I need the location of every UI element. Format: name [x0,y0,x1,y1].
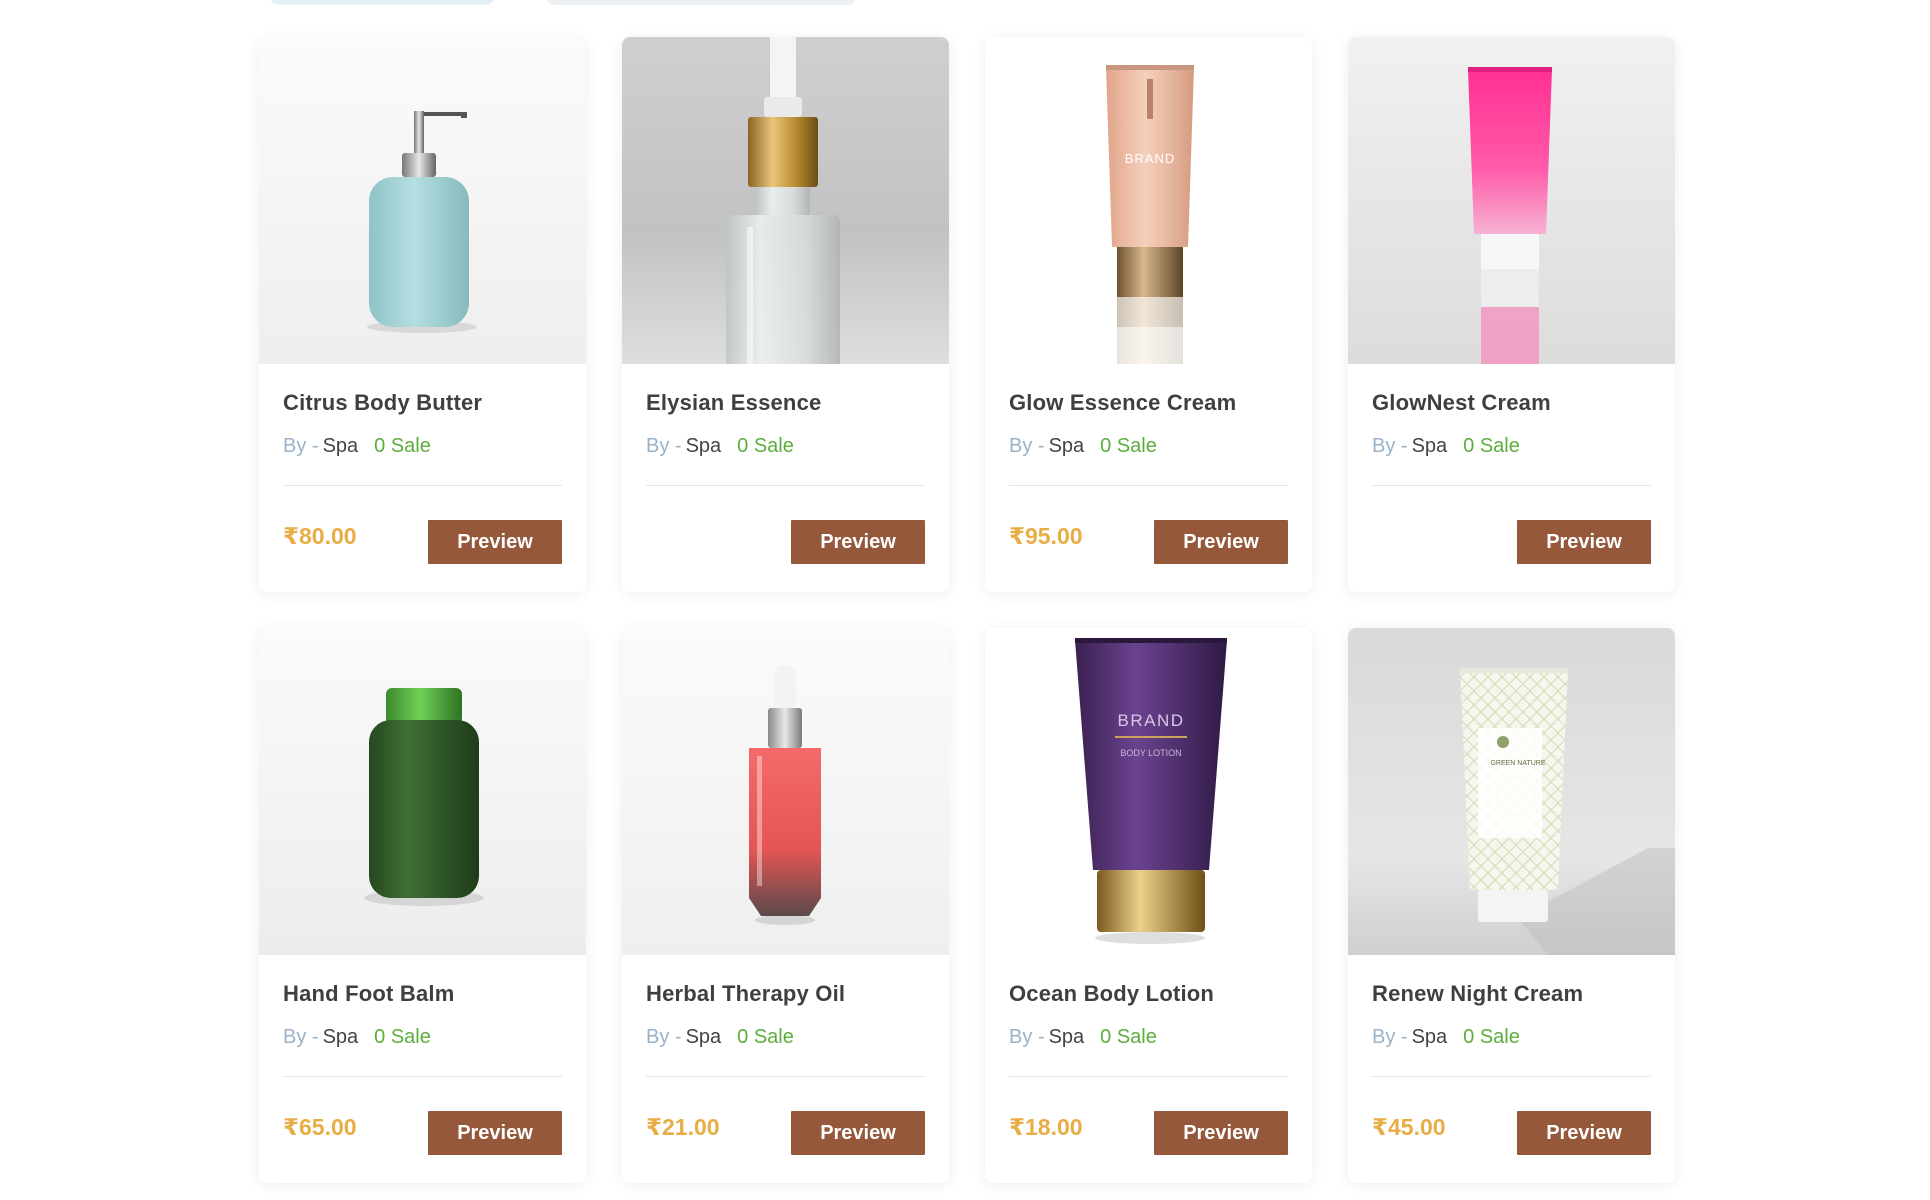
author-link[interactable]: Spa [1412,435,1448,457]
product-meta: By - Spa 0 Sale [1009,433,1288,459]
product-meta: By - Spa 0 Sale [646,433,925,459]
product-price: ₹18.00 [1009,1114,1083,1140]
product-title[interactable]: Hand Foot Balm [283,981,562,1007]
by-label: By - [283,1026,319,1048]
by-label: By - [646,1026,682,1048]
serum-bottle-icon [622,628,949,955]
product-title[interactable]: Herbal Therapy Oil [646,981,925,1007]
author-link[interactable]: Spa [1412,1026,1448,1048]
lotion-tube-icon: BRAND BODY LOTION [985,628,1312,955]
product-price: ₹65.00 [283,1114,357,1140]
cream-tube-icon: BRAND [985,37,1312,364]
by-label: By - [1009,1026,1045,1048]
sale-count: 0 Sale [1100,435,1157,457]
brand-sublabel: BODY LOTION [1120,748,1181,758]
by-label: By - [1009,435,1045,457]
product-image[interactable] [259,37,586,364]
product-meta: By - Spa 0 Sale [1372,433,1651,459]
preview-button[interactable]: Preview [428,520,562,564]
preview-button[interactable]: Preview [428,1111,562,1155]
product-title[interactable]: Renew Night Cream [1372,981,1651,1007]
author-link[interactable]: Spa [323,435,359,457]
sale-count: 0 Sale [1463,435,1520,457]
sale-count: 0 Sale [737,435,794,457]
by-label: By - [1372,435,1408,457]
product-title[interactable]: Ocean Body Lotion [1009,981,1288,1007]
pump-bottle-icon [259,37,586,364]
by-label: By - [1372,1026,1408,1048]
product-meta: By - Spa 0 Sale [1009,1024,1288,1050]
pink-tube-icon [1348,37,1675,364]
product-meta: By - Spa 0 Sale [1372,1024,1651,1050]
product-card[interactable]: Herbal Therapy Oil By - Spa 0 Sale ₹21.00 … [622,628,949,1183]
sale-count: 0 Sale [374,1026,431,1048]
product-image[interactable] [622,37,949,364]
product-meta: By - Spa 0 Sale [283,1024,562,1050]
product-image[interactable]: BRAND BODY LOTION [985,628,1312,955]
sale-count: 0 Sale [374,435,431,457]
by-label: By - [283,435,319,457]
by-label: By - [646,435,682,457]
author-link[interactable]: Spa [1049,435,1085,457]
sale-count: 0 Sale [737,1026,794,1048]
preview-button[interactable]: Preview [1517,1111,1651,1155]
product-card[interactable]: Elysian Essence By - Spa 0 Sale Preview [622,37,949,592]
product-image[interactable] [1348,37,1675,364]
preview-button[interactable]: Preview [791,1111,925,1155]
dropper-bottle-icon [622,37,949,364]
product-image[interactable] [259,628,586,955]
product-card[interactable]: GlowNest Cream By - Spa 0 Sale Preview [1348,37,1675,592]
preview-button[interactable]: Preview [791,520,925,564]
product-card[interactable]: Hand Foot Balm By - Spa 0 Sale ₹65.00 Prev… [259,628,586,1183]
preview-button[interactable]: Preview [1154,1111,1288,1155]
author-link[interactable]: Spa [1049,1026,1085,1048]
product-image[interactable]: GREEN NATURE [1348,628,1675,955]
product-price: ₹80.00 [283,523,357,549]
product-title[interactable]: Elysian Essence [646,390,925,416]
product-price: ₹21.00 [646,1114,720,1140]
brand-label: GREEN NATURE [1490,760,1545,767]
product-price: ₹45.00 [1372,1114,1446,1140]
product-card[interactable]: BRAND Glow Essence Cream By - Spa 0 Sale ₹… [985,37,1312,592]
preview-button[interactable]: Preview [1154,520,1288,564]
product-image[interactable]: BRAND [985,37,1312,364]
product-meta: By - Spa 0 Sale [283,433,562,459]
product-card[interactable]: BRAND BODY LOTION Ocean Body Lotion By -… [985,628,1312,1183]
product-title[interactable]: Glow Essence Cream [1009,390,1288,416]
product-title[interactable]: Citrus Body Butter [283,390,562,416]
author-link[interactable]: Spa [323,1026,359,1048]
brand-label: BRAND [1117,711,1184,730]
filter-pill-active[interactable] [270,0,495,5]
patterned-tube-icon: GREEN NATURE [1348,628,1675,955]
product-grid: Citrus Body Butter By - Spa 0 Sale ₹80.00 … [259,37,1675,1183]
filter-pill[interactable] [545,0,857,5]
product-card[interactable]: GREEN NATURE Renew Night Cream By - Spa 0 … [1348,628,1675,1183]
sale-count: 0 Sale [1100,1026,1157,1048]
green-jar-icon [259,628,586,955]
author-link[interactable]: Spa [686,1026,722,1048]
product-title[interactable]: GlowNest Cream [1372,390,1651,416]
product-image[interactable] [622,628,949,955]
preview-button[interactable]: Preview [1517,520,1651,564]
product-price: ₹95.00 [1009,523,1083,549]
brand-label: BRAND [1125,151,1176,166]
author-link[interactable]: Spa [686,435,722,457]
product-meta: By - Spa 0 Sale [646,1024,925,1050]
product-card[interactable]: Citrus Body Butter By - Spa 0 Sale ₹80.00 … [259,37,586,592]
sale-count: 0 Sale [1463,1026,1520,1048]
